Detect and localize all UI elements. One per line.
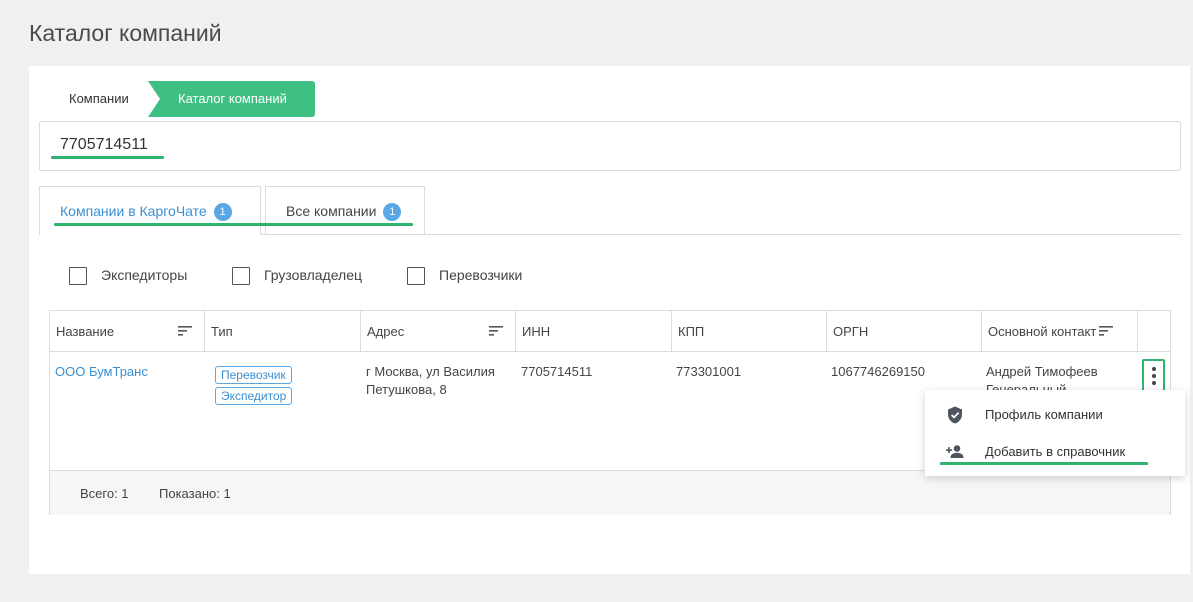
column-address[interactable]: Адрес: [361, 311, 516, 352]
cell-main-contact: Андрей Тимофеев Генеральный: [986, 363, 1136, 390]
filter-forwarders[interactable]: Экспедиторы: [69, 265, 187, 285]
column-inn[interactable]: ИНН: [516, 311, 672, 352]
table-row: ООО БумТранс: [55, 363, 148, 381]
person-add-icon: [946, 445, 964, 458]
page-title: Каталог компаний: [29, 20, 222, 46]
shield-check-icon: [948, 406, 962, 424]
kebab-dot: [1152, 374, 1156, 378]
column-label: Тип: [211, 324, 233, 339]
total-count: Всего: 1: [80, 486, 129, 501]
column-label: ИНН: [522, 324, 551, 339]
search-input[interactable]: [60, 136, 360, 154]
tab-label: Все компании: [286, 203, 377, 219]
sort-icon[interactable]: [489, 325, 503, 337]
column-type[interactable]: Тип: [205, 311, 361, 352]
count-badge: 1: [383, 203, 402, 221]
breadcrumb-catalog-label: Каталог компаний: [178, 91, 287, 106]
cell-inn: 7705714511: [521, 364, 593, 379]
menu-item-company-profile[interactable]: Профиль компании: [925, 397, 1185, 433]
row-actions-button[interactable]: [1142, 359, 1165, 393]
count-badge: 1: [213, 203, 232, 221]
filter-shipper[interactable]: Грузовладелец: [232, 265, 362, 285]
search-highlight: [51, 156, 164, 159]
search-box: [39, 121, 1181, 171]
breadcrumb-catalog[interactable]: Каталог компаний: [148, 81, 315, 117]
kebab-dot: [1152, 367, 1156, 371]
cell-ogrn: 1067746269150: [831, 364, 925, 379]
row-actions-menu: Профиль компании Добавить в справочник: [925, 390, 1185, 476]
sort-icon[interactable]: [178, 325, 192, 337]
column-label: ОРГН: [833, 324, 869, 339]
checkbox[interactable]: [232, 267, 250, 285]
tab-all-companies[interactable]: Все компании 1: [265, 186, 425, 235]
type-tag-carrier: Перевозчик: [215, 366, 292, 384]
column-ogrn[interactable]: ОРГН: [827, 311, 982, 352]
kebab-dot: [1152, 381, 1156, 385]
column-label: Название: [56, 324, 115, 339]
menu-item-label: Профиль компании: [985, 407, 1103, 422]
tab-companies-in-cargochat[interactable]: Компании в КаргоЧате 1: [39, 186, 261, 235]
contact-name: Андрей Тимофеев: [986, 364, 1098, 379]
breadcrumb-companies[interactable]: Компании: [69, 81, 129, 117]
filter-carriers[interactable]: Перевозчики: [407, 265, 522, 285]
tab-label: Компании в КаргоЧате: [60, 203, 207, 219]
column-main-contact[interactable]: Основной контакт: [982, 311, 1138, 352]
contact-role: Генеральный: [986, 382, 1067, 390]
filter-label: Экспедиторы: [101, 267, 188, 283]
table-footer: Всего: 1 Показано: 1: [50, 470, 1170, 515]
checkbox[interactable]: [69, 267, 87, 285]
filter-label: Перевозчики: [439, 267, 523, 283]
shown-count: Показано: 1: [159, 486, 231, 501]
cell-address: г Москва, ул Василия Петушкова, 8: [366, 364, 495, 397]
filter-label: Грузовладелец: [264, 267, 363, 283]
type-tag-forwarder: Экспедитор: [215, 387, 293, 405]
column-label: Адрес: [367, 324, 405, 339]
menu-item-label: Добавить в справочник: [985, 444, 1126, 459]
company-name-link[interactable]: ООО БумТранс: [55, 364, 148, 379]
column-label: Основной контакт: [988, 324, 1097, 339]
sort-icon[interactable]: [1099, 325, 1113, 337]
cell-types: Перевозчик Экспедитор: [215, 366, 293, 408]
menu-highlight: [940, 462, 1148, 465]
column-name[interactable]: Название: [50, 311, 205, 352]
table-header: Название Тип Адрес ИНН КПП ОРГН Основной…: [50, 311, 1170, 352]
checkbox[interactable]: [407, 267, 425, 285]
tab-highlight: [54, 223, 413, 226]
column-kpp[interactable]: КПП: [672, 311, 827, 352]
cell-kpp: 773301001: [676, 364, 742, 379]
column-label: КПП: [678, 324, 705, 339]
